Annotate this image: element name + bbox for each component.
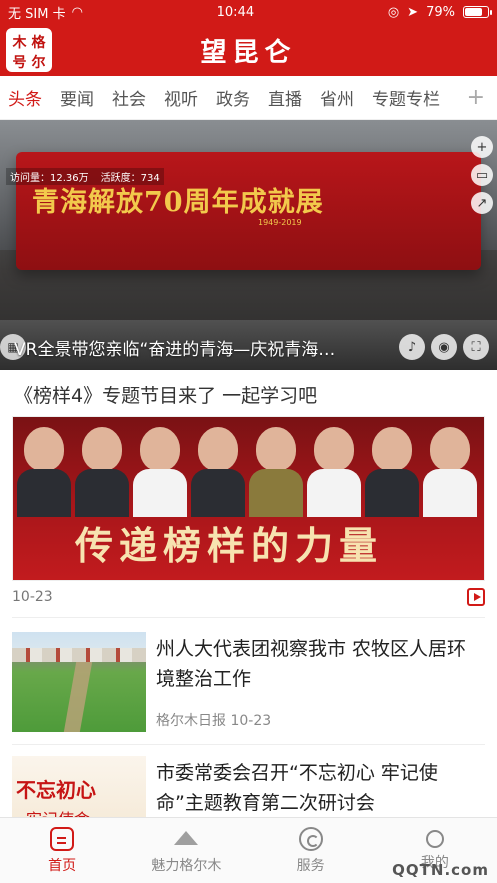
service-icon [298, 826, 323, 851]
location-icon: ➤ [407, 4, 419, 20]
portrait [75, 423, 129, 519]
featured-image[interactable]: 传递榜样的力量 [12, 416, 485, 581]
tab-society[interactable]: 社会 [112, 85, 146, 110]
home-icon [50, 826, 75, 851]
tab-topics[interactable]: 专题专栏 [372, 85, 440, 110]
app-title: 望昆仑 [200, 37, 297, 68]
divider [12, 617, 485, 618]
voice-icon[interactable]: ◉ [431, 334, 457, 360]
featured-title[interactable]: 《榜样4》专题节目来了 一起学习吧 [12, 372, 485, 416]
portrait [191, 423, 245, 519]
tab-video[interactable]: 视听 [164, 85, 198, 110]
thumb-text: 不忘初心 [16, 778, 96, 802]
user-icon [425, 829, 444, 848]
divider [12, 744, 485, 745]
app-logo[interactable]: 木 格 号 尔 [6, 28, 52, 72]
status-bar: 无 SIM 卡 ◠ 10:44 ◎ ➤ 79% [0, 0, 497, 24]
fullscreen-icon[interactable]: ⛶ [463, 334, 489, 360]
nav-label: 首页 [48, 857, 77, 874]
article-headline[interactable]: 州人大代表团视察我市 农牧区人居环境整治工作 [156, 634, 485, 694]
share-icon[interactable]: ↗ [471, 192, 493, 214]
nav-home[interactable]: 首页 [0, 818, 124, 883]
article-text: 州人大代表团视察我市 农牧区人居环境整治工作 格尔木日报 10-23 [156, 632, 485, 732]
article-thumbnail[interactable] [12, 632, 146, 732]
tab-headlines[interactable]: 头条 [8, 85, 42, 110]
role-model-portraits [17, 423, 477, 519]
screen-icon[interactable]: ▭ [471, 164, 493, 186]
tab-news[interactable]: 要闻 [60, 85, 94, 110]
nav-label: 服务 [296, 857, 325, 874]
nav-label: 魅力格尔木 [151, 857, 222, 874]
nav-charm-golmud[interactable]: 魅力格尔木 [124, 818, 248, 883]
board-text: 青海解放70周年成就展 [32, 187, 324, 218]
channel-tabs: 头条 要闻 社会 视听 政务 直播 省州 专题专栏 + [0, 76, 497, 120]
carrier-label: 无 SIM 卡 [8, 6, 66, 22]
wifi-icon: ◠ [71, 4, 83, 20]
nav-service[interactable]: 服务 [249, 818, 373, 883]
list-item[interactable]: 州人大代表团视察我市 农牧区人居环境整治工作 格尔木日报 10-23 [12, 632, 485, 732]
portrait [17, 423, 71, 519]
music-icon[interactable]: ♪ [399, 334, 425, 360]
app-header: 木 格 号 尔 望昆仑 [0, 24, 497, 76]
article-source: 格尔木日报 10-23 [156, 713, 272, 729]
board-badge: 1949-2019 [258, 218, 302, 227]
watermark: QQTN.com [392, 861, 489, 879]
logo-char: 格 [31, 35, 46, 51]
featured-date: 10-23 [12, 589, 53, 605]
mountain-icon [171, 827, 201, 851]
battery-icon [462, 6, 492, 18]
portrait [133, 423, 187, 519]
portrait [249, 423, 303, 519]
logo-char: 尔 [31, 55, 46, 71]
vr-bottom-controls: ♪ ◉ ⛶ [399, 334, 489, 360]
vr-side-controls: + ▭ ↗ [471, 136, 493, 214]
hero-caption[interactable]: VR全景带您亲临“奋进的青海—庆祝青海… [14, 335, 414, 360]
tab-government[interactable]: 政务 [216, 85, 250, 110]
battery-percent: 79% [426, 4, 455, 20]
portrait [307, 423, 361, 519]
featured-meta: 10-23 [12, 581, 485, 613]
image-slogan: 传递榜样的力量 [75, 523, 384, 568]
portrait [423, 423, 477, 519]
article-headline[interactable]: 市委常委会召开“不忘初心 牢记使命”主题教育第二次研讨会 [156, 758, 485, 818]
tab-live[interactable]: 直播 [268, 85, 302, 110]
bottom-navigation: 首页 魅力格尔木 服务 我的 QQTN.com [0, 817, 497, 883]
video-play-icon[interactable] [467, 588, 485, 606]
portrait [365, 423, 419, 519]
add-channel-icon[interactable]: + [467, 85, 485, 110]
orientation-lock-icon: ◎ [387, 4, 400, 20]
tab-province[interactable]: 省州 [320, 85, 354, 110]
hero-banner[interactable]: 访问量：12.36万 活跃度：734 青海解放70周年成就展 1949-2019… [0, 120, 497, 370]
top-bar: 无 SIM 卡 ◠ 10:44 ◎ ➤ 79% 木 格 号 尔 望昆仑 [0, 0, 497, 76]
logo-char: 木 [12, 35, 27, 51]
featured-article[interactable]: 《榜样4》专题节目来了 一起学习吧 传递榜样的力量 10-23 [12, 372, 485, 613]
logo-char: 号 [12, 55, 27, 71]
battery-fill [464, 8, 483, 16]
clock: 10:44 [216, 4, 255, 20]
zoom-in-icon[interactable]: + [471, 136, 493, 158]
